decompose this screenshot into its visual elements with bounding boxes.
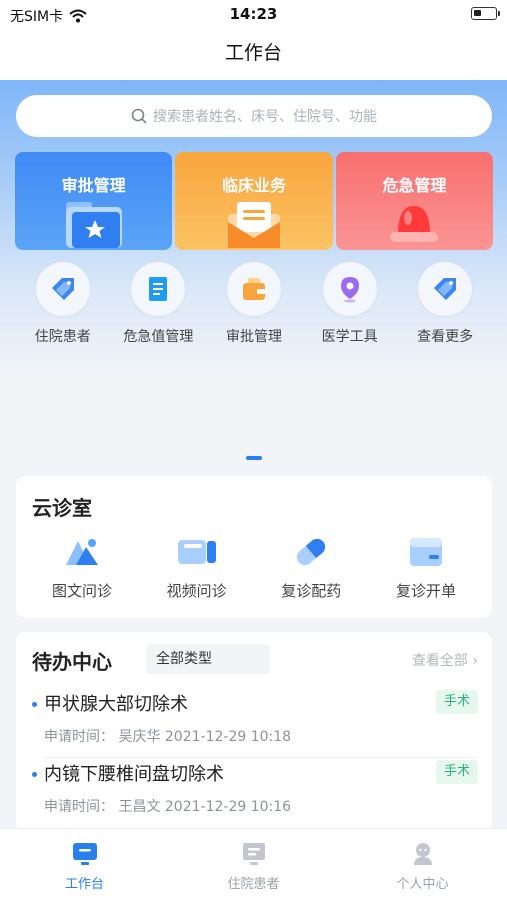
todo-item-tag: 手术 <box>435 690 478 714</box>
card-label: 审批管理 <box>61 176 126 195</box>
person-icon <box>413 843 432 865</box>
tab-label: 住院患者 <box>227 877 280 892</box>
page-title: 工作台 <box>224 42 282 64</box>
tab-personal-center[interactable]: 个人中心 <box>338 829 507 900</box>
card-approval-management[interactable]: 审批管理 <box>15 152 173 250</box>
bullet-dot <box>32 702 37 707</box>
search-placeholder: 搜索患者姓名、床号、住院号、功能 <box>153 109 377 125</box>
video-camera-icon <box>177 540 216 564</box>
divider <box>44 757 478 758</box>
cloud-clinic-title: 云诊室 <box>32 496 92 520</box>
shortcut-icon-circle <box>131 262 186 316</box>
status-time: 14:23 <box>229 5 278 23</box>
tab-label: 个人中心 <box>396 877 449 892</box>
shortcut-icon-circle <box>226 262 281 316</box>
monitor-icon <box>72 843 97 865</box>
todo-item[interactable]: 甲状腺大部切除术 手术 申请时间： 吴庆华 2021-12-29 10:18 <box>32 690 478 758</box>
image-text-icon <box>66 539 98 565</box>
shortcut-inpatients[interactable]: 住院患者 <box>15 262 111 346</box>
cloud-clinic-items: 图文问诊 视频问诊 复诊配药 复诊开单 <box>32 534 476 601</box>
todo-header: 待办中心 全部类型 查看全部 › <box>32 644 478 676</box>
nav-bar: 工作台 <box>0 28 507 80</box>
card-clinical-business[interactable]: 临床业务 <box>175 152 333 250</box>
chevron-right-icon: › <box>472 653 478 669</box>
card-label: 危急管理 <box>382 176 447 195</box>
todo-item-meta: 申请时间： 王昌文 2021-12-29 10:16 <box>44 799 292 815</box>
cloud-item-label: 图文问诊 <box>51 582 112 600</box>
tag-icon <box>434 278 457 300</box>
tab-inpatients[interactable]: 住院患者 <box>169 829 338 900</box>
page-indicator <box>246 456 262 460</box>
bullet-dot <box>32 772 37 777</box>
card-label: 临床业务 <box>221 176 286 195</box>
shortcut-approval[interactable]: 审批管理 <box>206 262 302 346</box>
todo-item-title: 内镜下腰椎间盘切除术 <box>44 764 224 785</box>
tab-label: 工作台 <box>64 877 104 892</box>
shortcut-critical-value[interactable]: 危急值管理 <box>111 262 207 346</box>
document-icon <box>149 277 168 301</box>
cloud-item-video-consult[interactable]: 视频问诊 <box>147 534 247 601</box>
shortcut-label: 危急值管理 <box>123 329 194 345</box>
form-icon <box>409 538 442 566</box>
card-critical-management[interactable]: 危急管理 <box>335 152 493 250</box>
shortcut-label: 医学工具 <box>321 329 378 345</box>
shortcut-view-more[interactable]: 查看更多 <box>397 262 493 346</box>
big-card-row: 审批管理 临床业务 危急管理 <box>15 152 493 250</box>
bed-screen-icon <box>242 843 265 865</box>
todo-item[interactable]: 内镜下腰椎间盘切除术 手术 申请时间： 王昌文 2021-12-29 10:16 <box>32 760 478 828</box>
search-icon <box>131 108 147 124</box>
todo-card: 待办中心 全部类型 查看全部 › 甲状腺大部切除术 手术 申请时间： 吴庆华 2… <box>16 632 492 832</box>
shortcut-row: 住院患者 危急值管理 审批管理 医学工具 查看更多 <box>15 262 493 346</box>
location-pin-icon <box>340 277 359 303</box>
pill-icon <box>297 538 326 566</box>
shortcut-label: 审批管理 <box>225 329 282 345</box>
envelope-icon <box>227 202 280 248</box>
view-all-link[interactable]: 查看全部 › <box>412 650 478 670</box>
bottom-tab-bar: 工作台 住院患者 个人中心 <box>0 828 507 900</box>
shortcut-label: 住院患者 <box>34 329 91 345</box>
tab-workbench[interactable]: 工作台 <box>0 829 169 900</box>
cloud-item-refill-medicine[interactable]: 复诊配药 <box>261 534 361 601</box>
tag-icon <box>51 278 74 300</box>
alarm-bell-icon <box>390 206 439 242</box>
cloud-item-label: 复诊配药 <box>281 582 342 600</box>
shortcut-icon-circle <box>418 262 473 316</box>
wallet-icon <box>242 278 265 300</box>
todo-title: 待办中心 <box>32 650 112 674</box>
cloud-item-label: 视频问诊 <box>166 582 227 600</box>
shortcut-icon-circle <box>35 262 90 316</box>
cloud-clinic-card: 云诊室 图文问诊 视频问诊 复诊配药 复诊开单 <box>16 476 492 618</box>
todo-type-filter[interactable]: 全部类型 <box>146 644 270 674</box>
search-bar[interactable]: 搜索患者姓名、床号、住院号、功能 <box>16 95 492 137</box>
shortcut-label: 查看更多 <box>417 329 474 345</box>
todo-item-meta: 申请时间： 吴庆华 2021-12-29 10:18 <box>44 729 292 745</box>
cloud-item-image-text-consult[interactable]: 图文问诊 <box>32 534 132 601</box>
folder-star-icon <box>65 202 122 248</box>
todo-item-title: 甲状腺大部切除术 <box>44 694 188 715</box>
cloud-item-refill-order[interactable]: 复诊开单 <box>376 534 476 601</box>
battery-icon <box>471 7 500 20</box>
cloud-item-label: 复诊开单 <box>395 582 456 600</box>
todo-item-tag: 手术 <box>435 760 478 784</box>
view-all-label: 查看全部 <box>411 653 468 669</box>
shortcut-icon-circle <box>322 262 377 316</box>
shortcut-medical-tools[interactable]: 医学工具 <box>302 262 398 346</box>
status-bar: 无SIM卡 14:23 <box>0 0 507 28</box>
